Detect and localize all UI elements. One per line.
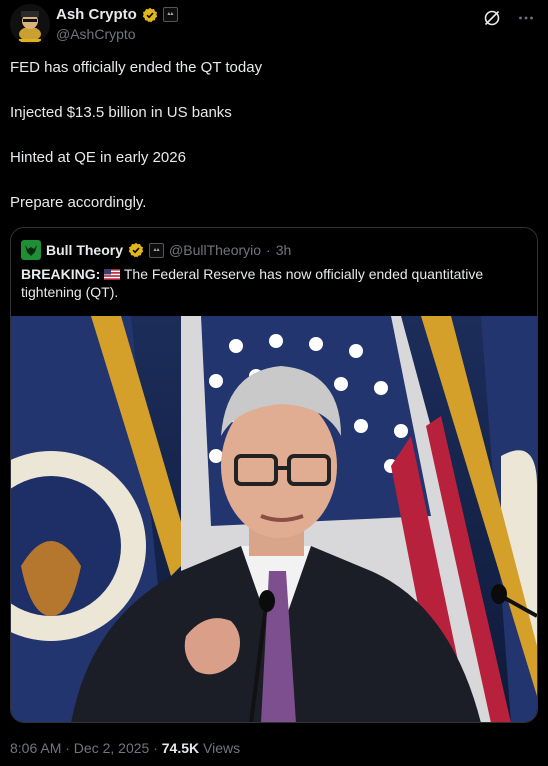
quoted-tweet[interactable]: Bull Theory ▴▴ @BullTheoryio · 3h BREAKI… (10, 227, 538, 723)
views-label: Views (199, 740, 241, 756)
verified-badge-icon (128, 242, 144, 258)
quote-avatar (21, 240, 41, 260)
quote-author-handle: @BullTheoryio (169, 242, 262, 258)
author-handle[interactable]: @AshCrypto (56, 26, 136, 42)
us-flag-icon (104, 266, 121, 280)
author-avatar[interactable] (10, 4, 50, 44)
tweet-line: Hinted at QE in early 2026 (10, 149, 186, 166)
tweet-line: Prepare accordingly. (10, 194, 147, 211)
tweet-header: Ash Crypto ▴▴ @AshCrypto (10, 4, 538, 44)
verified-badge-icon (142, 7, 158, 23)
quote-author-name: Bull Theory (46, 242, 124, 258)
quote-photo[interactable] (11, 316, 537, 722)
tweet-timestamp[interactable]: 8:06 AM · Dec 2, 2025 · (10, 740, 162, 756)
views-count: 74.5K (161, 740, 200, 756)
tweet-line: Injected $13.5 billion in US banks (10, 104, 232, 121)
tweet-line: FED has officially ended the QT today (10, 59, 263, 76)
tweet-body: FED has officially ended the QT today In… (10, 58, 530, 238)
breaking-label: BREAKING: (21, 266, 101, 282)
grok-icon[interactable] (482, 8, 502, 28)
affiliate-badge-icon: ▴▴ (162, 7, 178, 22)
author-name-row: Ash Crypto ▴▴ (56, 6, 178, 23)
quote-separator: · (266, 242, 271, 258)
author-name[interactable]: Ash Crypto (56, 6, 137, 23)
tweet-top-actions (482, 8, 536, 28)
affiliate-badge-icon: ▴▴ (149, 242, 165, 258)
quote-timestamp: 3h (275, 242, 292, 258)
quote-text: BREAKING: The Federal Reserve has now of… (21, 265, 526, 301)
tweet-footer: 8:06 AM · Dec 2, 2025 · 74.5K Views (10, 740, 240, 756)
more-options-icon[interactable] (516, 8, 536, 28)
quote-header: Bull Theory ▴▴ @BullTheoryio · 3h (21, 240, 291, 260)
